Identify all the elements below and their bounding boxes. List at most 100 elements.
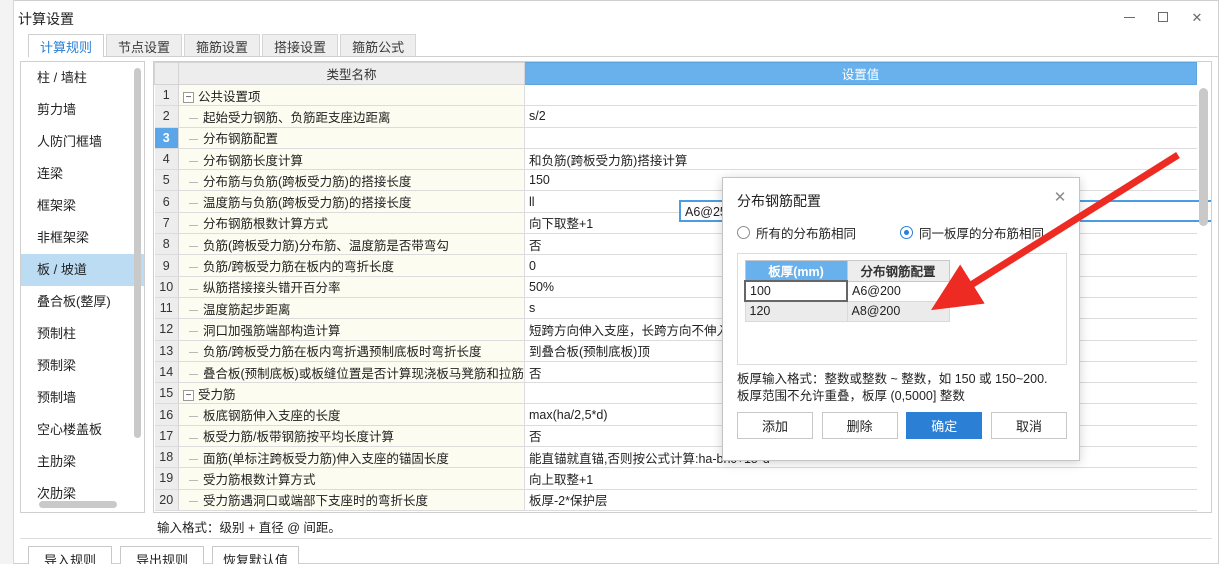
input-format-hint: 输入格式：级别 + 直径 @ 间距。 xyxy=(157,521,341,535)
tab-calculation-rules[interactable]: 计算规则 xyxy=(28,34,105,57)
cancel-button[interactable]: 取消 xyxy=(990,412,1067,439)
tab-label: 箍筋设置 xyxy=(196,39,249,55)
row-type-name[interactable]: 面筋(单标注跨板受力筋)伸入支座的锚固长度 xyxy=(178,446,525,469)
row-type-name[interactable]: 板底钢筋伸入支座的长度 xyxy=(178,403,525,426)
row-label: 分布钢筋根数计算方式 xyxy=(203,217,329,232)
sidebar-item-precast-wall[interactable]: 预制墙 xyxy=(21,382,144,414)
row-type-name[interactable]: 分布钢筋根数计算方式 xyxy=(178,212,525,235)
table-row[interactable]: 100 A6@200 xyxy=(744,280,950,302)
row-type-name[interactable]: 受力筋遇洞口或端部下支座时的弯折长度 xyxy=(178,489,525,511)
confirm-button[interactable]: 确定 xyxy=(906,412,983,439)
button-label: 取消 xyxy=(1015,419,1042,434)
row-number: 1 xyxy=(154,84,179,107)
tab-node-settings[interactable]: 节点设置 xyxy=(106,34,183,57)
table-row[interactable]: 2 起始受力钢筋、负筋距支座边距离 s/2 xyxy=(154,105,1197,128)
grid-header-rownum xyxy=(154,62,179,85)
row-label: 分布钢筋配置 xyxy=(203,132,279,147)
grid-header-type-name[interactable]: 类型名称 xyxy=(178,62,525,85)
row-type-name[interactable]: 板受力筋/板带钢筋按平均长度计算 xyxy=(178,425,525,448)
cell-config[interactable]: A6@200 xyxy=(846,280,950,302)
collapse-icon[interactable]: − xyxy=(183,390,194,401)
cell-thickness[interactable]: 100 xyxy=(744,280,848,302)
grid-vertical-scrollbar[interactable] xyxy=(1199,88,1208,226)
radio-same-thickness[interactable]: 同一板厚的分布筋相同 xyxy=(900,223,1044,242)
sidebar-item-door-frame-wall[interactable]: 人防门框墙 xyxy=(21,126,144,158)
tab-stirrup-formula[interactable]: 箍筋公式 xyxy=(340,34,417,57)
radio-all-same[interactable]: 所有的分布筋相同 xyxy=(737,223,856,242)
tab-stirrup-settings[interactable]: 箍筋设置 xyxy=(184,34,261,57)
delete-button[interactable]: 删除 xyxy=(821,412,898,439)
sidebar-item-precast-beam[interactable]: 预制梁 xyxy=(21,350,144,382)
row-type-name[interactable]: 起始受力钢筋、负筋距支座边距离 xyxy=(178,105,525,128)
maximize-icon xyxy=(1158,12,1168,22)
sidebar-item-composite-slab[interactable]: 叠合板(整厚) xyxy=(21,286,144,318)
close-button[interactable]: ✕ xyxy=(1180,3,1214,31)
dialog-title: 分布钢筋配置 xyxy=(737,193,821,209)
row-type-name[interactable]: 叠合板(预制底板)或板缝位置是否计算现浇板马凳筋和拉筋 xyxy=(178,361,525,384)
dialog-close-button[interactable]: ✕ xyxy=(1050,187,1070,207)
row-type-name[interactable]: − 受力筋 xyxy=(178,382,525,405)
row-setting-value[interactable]: 板厚-2*保护层 xyxy=(524,489,1197,511)
tab-lap-settings[interactable]: 搭接设置 xyxy=(262,34,339,57)
sidebar-item-shear-wall[interactable]: 剪力墙 xyxy=(21,94,144,126)
cell-config[interactable]: A8@200 xyxy=(846,300,950,322)
row-type-name[interactable]: 分布筋与负筋(跨板受力筋)的搭接长度 xyxy=(178,169,525,192)
minimize-button[interactable] xyxy=(1112,3,1146,31)
row-number: 13 xyxy=(154,340,179,362)
table-row[interactable]: 3 分布钢筋配置 xyxy=(154,127,1197,149)
import-rules-button[interactable]: 导入规则 xyxy=(28,546,112,564)
row-type-name[interactable]: 分布钢筋配置 xyxy=(178,127,525,149)
row-type-name[interactable]: 负筋/跨板受力筋在板内的弯折长度 xyxy=(178,254,525,277)
row-type-name[interactable]: 负筋(跨板受力筋)分布筋、温度筋是否带弯勾 xyxy=(178,233,525,256)
collapse-icon[interactable]: − xyxy=(183,91,194,103)
sidebar-item-label: 柱 / 墙柱 xyxy=(37,70,87,85)
row-setting-value[interactable] xyxy=(524,127,1197,149)
row-setting-value[interactable]: s/2 xyxy=(524,105,1197,128)
row-setting-value[interactable]: 和负筋(跨板受力筋)搭接计算 xyxy=(524,148,1197,171)
table-row[interactable]: 19 受力筋根数计算方式 向上取整+1 xyxy=(154,467,1197,490)
export-rules-button[interactable]: 导出规则 xyxy=(120,546,204,564)
cell-thickness[interactable]: 120 xyxy=(744,300,848,322)
row-number: 19 xyxy=(154,467,179,490)
row-number: 11 xyxy=(154,297,179,320)
table-row[interactable]: 1 − 公共设置项 xyxy=(154,84,1197,107)
restore-defaults-button[interactable]: 恢复默认值 xyxy=(212,546,300,564)
row-type-name[interactable]: 受力筋根数计算方式 xyxy=(178,467,525,490)
component-list-sidebar[interactable]: 柱 / 墙柱 剪力墙 人防门框墙 连梁 框架梁 非框架梁 板 / 坡道 叠合板(… xyxy=(20,61,145,513)
dialog-header-thickness[interactable]: 板厚(mm) xyxy=(744,260,848,282)
sidebar-item-slab-ramp[interactable]: 板 / 坡道 xyxy=(21,254,144,286)
sidebar-horizontal-scrollbar[interactable] xyxy=(39,501,117,508)
row-type-name[interactable]: 负筋/跨板受力筋在板内弯折遇预制底板时弯折长度 xyxy=(178,340,525,362)
add-button[interactable]: 添加 xyxy=(737,412,813,439)
row-type-name[interactable]: 温度筋起步距离 xyxy=(178,297,525,320)
table-row[interactable]: 4 分布钢筋长度计算 和负筋(跨板受力筋)搭接计算 xyxy=(154,148,1197,171)
maximize-button[interactable] xyxy=(1146,3,1180,31)
grid-header-setting-value[interactable]: 设置值 xyxy=(524,62,1197,85)
sidebar-vertical-scrollbar[interactable] xyxy=(134,68,141,438)
sidebar-item-precast-column[interactable]: 预制柱 xyxy=(21,318,144,350)
row-label: 分布钢筋长度计算 xyxy=(203,153,304,168)
table-row[interactable]: 20 受力筋遇洞口或端部下支座时的弯折长度 板厚-2*保护层 xyxy=(154,489,1197,511)
row-number: 17 xyxy=(154,425,179,448)
sidebar-item-non-frame-beam[interactable]: 非框架梁 xyxy=(21,222,144,254)
row-type-name[interactable]: 分布钢筋长度计算 xyxy=(178,148,525,171)
sidebar-item-coupling-beam[interactable]: 连梁 xyxy=(21,158,144,190)
row-label: 叠合板(预制底板)或板缝位置是否计算现浇板马凳筋和拉筋 xyxy=(203,366,524,381)
row-type-name[interactable]: − 公共设置项 xyxy=(178,84,525,107)
sidebar-item-hollow-floor-slab[interactable]: 空心楼盖板 xyxy=(21,414,144,446)
sidebar-item-main-rib-beam[interactable]: 主肋梁 xyxy=(21,446,144,478)
dialog-header-config[interactable]: 分布钢筋配置 xyxy=(846,260,950,282)
row-setting-value[interactable]: 向上取整+1 xyxy=(524,467,1197,490)
sidebar-item-column[interactable]: 柱 / 墙柱 xyxy=(21,62,144,94)
row-setting-value[interactable] xyxy=(524,84,1197,107)
row-label: 温度筋与负筋(跨板受力筋)的搭接长度 xyxy=(203,196,412,211)
row-type-name[interactable]: 纵筋搭接接头错开百分率 xyxy=(178,276,525,298)
sidebar-item-frame-beam[interactable]: 框架梁 xyxy=(21,190,144,222)
row-type-name[interactable]: 温度筋与负筋(跨板受力筋)的搭接长度 xyxy=(178,190,525,213)
tree-line-icon xyxy=(189,437,198,439)
table-row[interactable]: 120 A8@200 xyxy=(744,300,950,322)
row-type-name[interactable]: 洞口加强筋端部构造计算 xyxy=(178,318,525,341)
sidebar-item-stair[interactable]: 楼梯 xyxy=(21,510,144,512)
row-number: 3 xyxy=(154,127,179,149)
row-number: 12 xyxy=(154,318,179,341)
